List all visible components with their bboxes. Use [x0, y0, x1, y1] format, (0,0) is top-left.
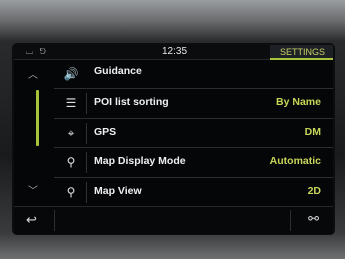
gps-icon: ⌖ — [67, 125, 75, 140]
scroll-down-icon[interactable]: ﹀ — [28, 182, 38, 197]
infotainment-screen: ⌴ ⅁ 12:35 SETTINGS ︿ ﹀ 🔊 Guidance ☰ POI … — [14, 45, 333, 234]
setting-label: POI list sorting — [94, 96, 169, 109]
setting-value: DM — [304, 125, 321, 138]
setting-row-poi-list-sorting[interactable]: ☰ POI list sorting By Name — [54, 89, 333, 119]
bottom-bar: ↩ ⚯ — [14, 206, 333, 234]
clock: 12:35 — [162, 46, 188, 57]
setting-row-gps[interactable]: ⌖ GPS DM — [54, 119, 333, 149]
setting-value: By Name — [276, 96, 321, 109]
setting-row-guidance[interactable]: 🔊 Guidance — [54, 60, 333, 90]
divider — [290, 210, 291, 231]
scroll-column: ︿ ﹀ — [14, 60, 54, 206]
scrollbar[interactable] — [36, 90, 39, 146]
setting-label: Map Display Mode — [94, 155, 186, 168]
map-view-icon: ⚲ — [66, 184, 76, 199]
status-icons: ⌴ ⅁ — [26, 46, 48, 56]
back-icon[interactable]: ↩ — [26, 212, 37, 228]
settings-tab[interactable]: SETTINGS — [269, 45, 333, 60]
setting-row-map-display-mode[interactable]: ⚲ Map Display Mode Automatic — [54, 148, 333, 178]
link-icon[interactable]: ⚯ — [308, 211, 319, 227]
setting-label: GPS — [94, 125, 117, 138]
settings-list: 🔊 Guidance ☰ POI list sorting By Name ⌖ … — [54, 60, 333, 206]
status-bar: ⌴ ⅁ 12:35 SETTINGS — [14, 45, 333, 60]
setting-label: Map View — [94, 184, 142, 197]
setting-label: Guidance — [94, 65, 142, 77]
scroll-up-icon[interactable]: ︿ — [28, 66, 38, 81]
divider — [86, 181, 87, 203]
divider — [86, 93, 87, 115]
divider — [54, 210, 55, 231]
divider — [86, 152, 87, 174]
setting-value: Automatic — [269, 155, 321, 168]
speaker-icon: 🔊 — [63, 67, 79, 81]
map-mode-icon: ⚲ — [66, 155, 76, 170]
list-icon: ☰ — [65, 96, 77, 111]
setting-row-map-view[interactable]: ⚲ Map View 2D — [54, 178, 333, 206]
setting-value: 2D — [307, 184, 321, 197]
divider — [86, 122, 87, 144]
